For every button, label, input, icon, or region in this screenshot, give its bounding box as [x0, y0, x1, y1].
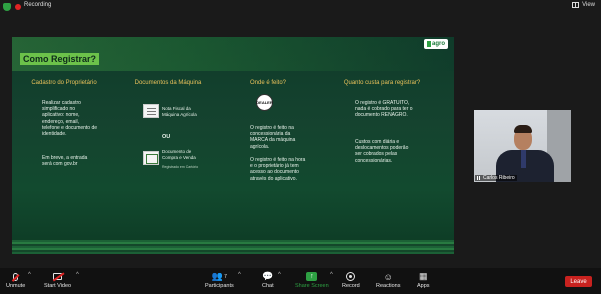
- col2-doc1: Nota Fiscal da Máquina Agrícola: [162, 106, 197, 117]
- video-off-icon: [53, 273, 63, 280]
- share-screen-button[interactable]: ↑ Share Screen: [295, 270, 329, 289]
- security-shield-icon[interactable]: [3, 3, 11, 11]
- participants-button[interactable]: 👥 7 Participants: [205, 270, 234, 289]
- participant-video-tile[interactable]: Carlos Ribeiro: [474, 110, 571, 182]
- col3-text1: O registro é feito na concessionária da …: [250, 125, 296, 150]
- record-icon: [346, 272, 356, 281]
- view-grid-icon: [572, 2, 580, 8]
- dealer-badge-icon: DEALER: [256, 94, 273, 111]
- view-button[interactable]: View: [572, 2, 595, 8]
- apps-button[interactable]: ▦ Apps: [417, 270, 430, 289]
- reactions-button[interactable]: ☺ Reactions: [376, 270, 400, 290]
- col1-text2: Em breve, a entrada será com gov.br: [42, 155, 88, 168]
- participant-name: Carlos Ribeiro: [483, 175, 515, 181]
- col2-heading: Documentos da Máquina: [134, 80, 202, 86]
- recording-label: Recording: [24, 2, 52, 8]
- record-button[interactable]: Record: [342, 270, 360, 289]
- video-options-caret-icon[interactable]: ^: [76, 272, 79, 278]
- col1-text1: Realizar cadastro simplificado no aplica…: [42, 100, 98, 138]
- meeting-toolbar: Unmute ^ Start Video ^ 👥 7 Participants ^…: [0, 268, 601, 294]
- shared-screen-slide: Como Registrar? agro Cadastro do Proprie…: [12, 37, 454, 254]
- col4-text2: Custos com diária e deslocamentos poderã…: [355, 139, 409, 164]
- agro-logo: agro: [424, 39, 448, 49]
- signal-icon: [477, 176, 481, 180]
- reactions-icon: ☺: [383, 271, 393, 282]
- contract-icon: [143, 151, 159, 165]
- share-screen-icon: ↑: [306, 272, 318, 281]
- slide-footer-stripes: [12, 240, 454, 254]
- participants-icon: 👥 7: [211, 271, 227, 281]
- participants-caret-icon[interactable]: ^: [238, 272, 241, 278]
- chat-button[interactable]: 💬 Chat: [262, 270, 274, 289]
- leave-button[interactable]: Leave: [565, 276, 592, 287]
- chat-caret-icon[interactable]: ^: [278, 272, 281, 278]
- share-caret-icon[interactable]: ^: [330, 272, 333, 278]
- view-label: View: [582, 2, 595, 8]
- col2-or: OU: [162, 134, 171, 140]
- col1-heading: Cadastro do Proprietário: [31, 80, 97, 86]
- col4-heading: Quanto custa para registrar?: [343, 80, 421, 86]
- unmute-button[interactable]: Unmute: [6, 270, 25, 289]
- participant-name-tag: Carlos Ribeiro: [475, 175, 517, 181]
- microphone-muted-icon: [13, 272, 19, 281]
- col4-text1: O registro é GRATUITO, nada é cobrado pa…: [355, 100, 413, 119]
- apps-icon: ▦: [419, 271, 428, 281]
- chat-icon: 💬: [262, 271, 274, 281]
- col2-doc2: Documento de Compra e Venda: [162, 149, 196, 160]
- col2-doc2-sub: Registrado em Cartório: [162, 165, 199, 169]
- slide-title: Como Registrar?: [20, 53, 100, 65]
- top-bar: Recording View: [0, 0, 601, 14]
- col3-heading: Onde é feito?: [249, 80, 287, 86]
- invoice-icon: [143, 104, 159, 118]
- col3-text2: O registro é feito na hora e o proprietá…: [250, 157, 306, 182]
- recording-icon: [15, 4, 21, 10]
- audio-options-caret-icon[interactable]: ^: [28, 272, 31, 278]
- start-video-button[interactable]: Start Video: [44, 270, 71, 289]
